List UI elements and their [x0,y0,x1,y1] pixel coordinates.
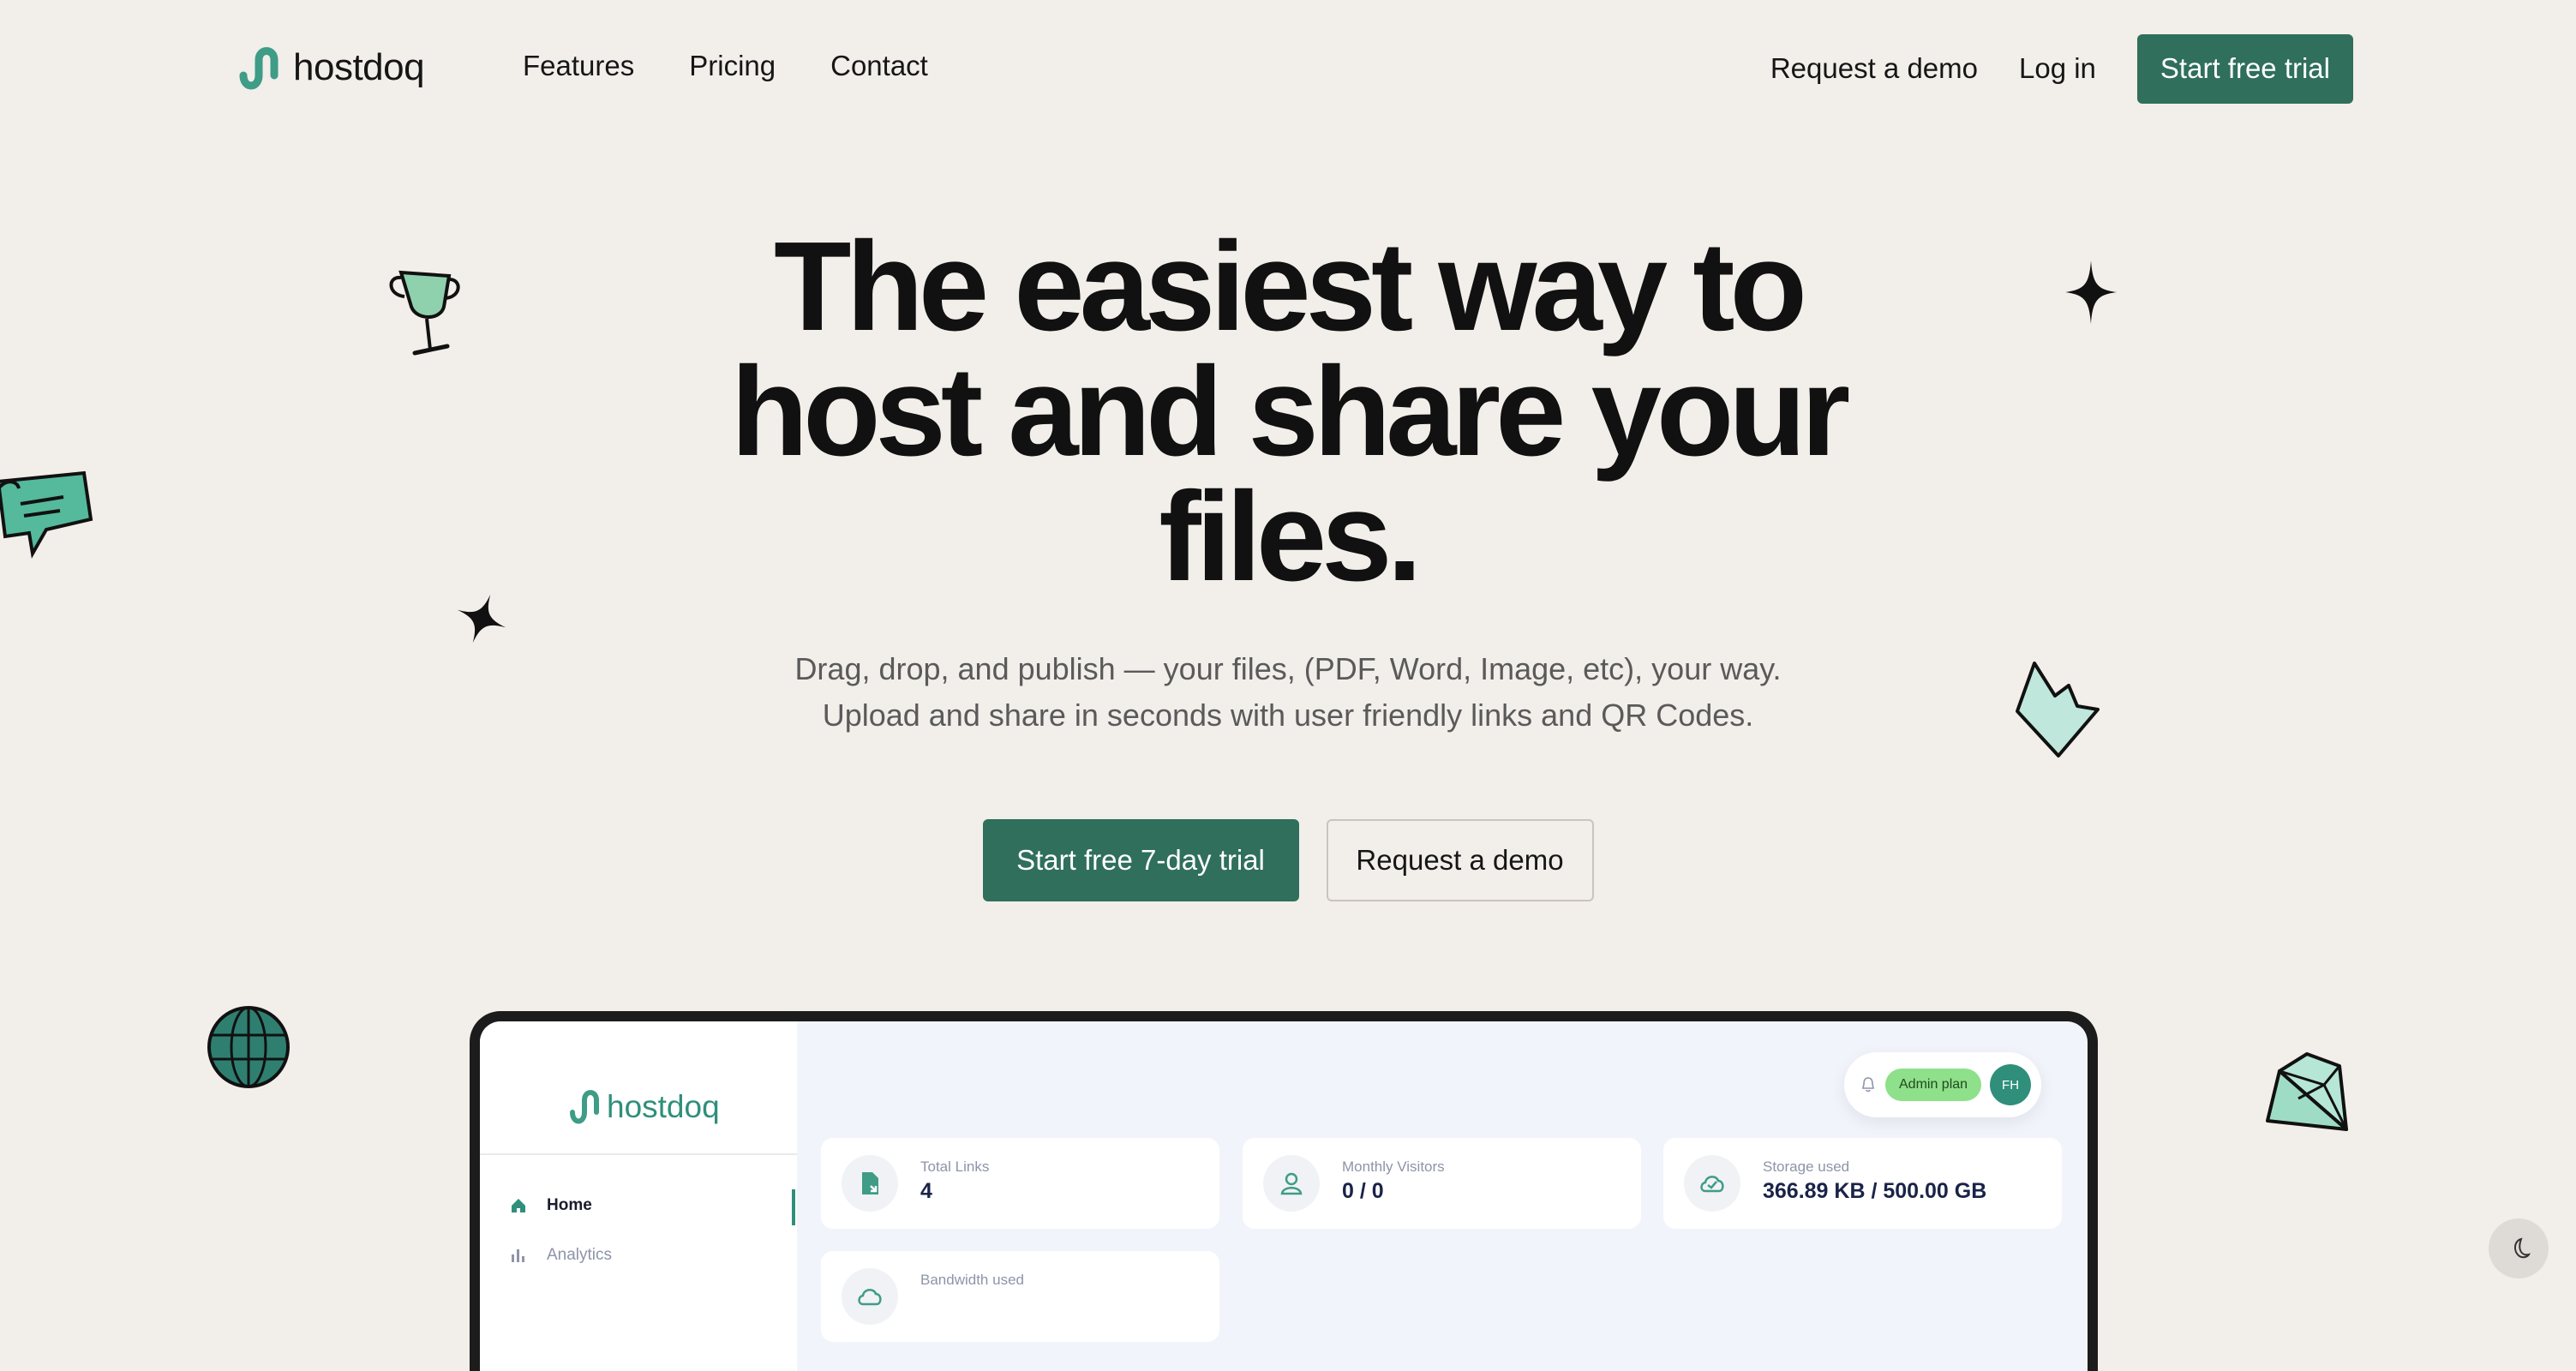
subtext-line: Drag, drop, and publish — your files, (P… [794,651,1782,686]
sparkle-icon [2065,260,2117,324]
nav-request-demo-link[interactable]: Request a demo [1770,33,1978,104]
sidebar-item-label: Analytics [547,1246,613,1264]
stat-value: 4 [920,1179,932,1203]
top-nav: hostdoq Features Pricing Contact Request… [0,0,2576,139]
crown-icon [2016,662,2100,757]
headline-line: files. [1159,466,1422,608]
stat-label: Monthly Visitors [1342,1158,1445,1175]
brand-name: hostdoq [293,46,425,88]
avatar[interactable]: FH [1990,1064,2032,1105]
globe-icon [207,1006,290,1088]
home-icon [512,1199,525,1212]
file-link-icon [842,1155,898,1212]
account-pill[interactable]: Admin plan FH [1844,1052,2041,1117]
request-demo-button[interactable]: Request a demo [1326,819,1594,901]
stat-label: Total Links [920,1158,990,1175]
dashboard-logo[interactable]: hostdoq [566,1087,720,1128]
diamond-icon [2266,1052,2348,1131]
dashboard-preview: hostdoq Home Analytics Admin plan FH Tot… [470,1011,2098,1371]
moon-icon [2514,1237,2531,1259]
bell-icon[interactable] [1860,1076,1877,1093]
stat-card-bandwidth: Bandwidth used [821,1251,1219,1342]
nav-link-pricing[interactable]: Pricing [689,50,776,82]
start-free-trial-button[interactable]: Start free trial [2136,33,2353,104]
nav-link-contact[interactable]: Contact [830,50,928,82]
stat-value: 0 / 0 [1342,1179,1384,1203]
cloud-icon [842,1268,898,1325]
trophy-icon [389,270,460,356]
nav-links: Features Pricing Contact [523,50,928,82]
hero-subtext: Drag, drop, and publish — your files, (P… [0,646,2576,739]
theme-toggle-button[interactable] [2489,1218,2549,1278]
logo-mark-icon [239,47,279,90]
headline-line: host and share your [730,341,1851,482]
sidebar-item-label: Home [547,1196,592,1214]
sidebar-divider [480,1153,797,1155]
stat-value: 366.89 KB / 500.00 GB [1763,1179,1987,1203]
user-icon [1263,1155,1320,1212]
nav-actions: Request a demo Log in Start free trial [1770,33,2353,104]
nav-login-link[interactable]: Log in [2019,33,2096,104]
stat-label: Bandwidth used [920,1272,1024,1288]
chat-bubble-icon [0,470,93,559]
nav-link-features[interactable]: Features [523,50,634,82]
stat-card-storage: Storage used 366.89 KB / 500.00 GB [1663,1138,2062,1229]
stat-card-total-links: Total Links 4 [821,1138,1219,1229]
brand-logo[interactable]: hostdoq [233,41,425,94]
sidebar-item-analytics[interactable]: Analytics [509,1246,612,1265]
bar-chart-icon [512,1249,524,1262]
active-indicator [792,1189,795,1225]
hero-buttons: Start free 7-day trial Request a demo [0,819,2576,901]
dashboard-sidebar: hostdoq Home Analytics [480,1021,797,1371]
sidebar-item-home[interactable]: Home [509,1196,592,1215]
stat-label: Storage used [1763,1158,1850,1175]
cloud-check-icon [1684,1155,1740,1212]
plan-badge: Admin plan [1885,1069,1982,1101]
subtext-line: Upload and share in seconds with user fr… [822,697,1754,733]
dashboard-brand-name: hostdoq [607,1089,720,1124]
logo-mark-icon [570,1090,599,1124]
sparkle-icon [457,594,506,644]
stat-card-monthly-visitors: Monthly Visitors 0 / 0 [1243,1138,1641,1229]
start-7-day-trial-button[interactable]: Start free 7-day trial [982,819,1299,901]
